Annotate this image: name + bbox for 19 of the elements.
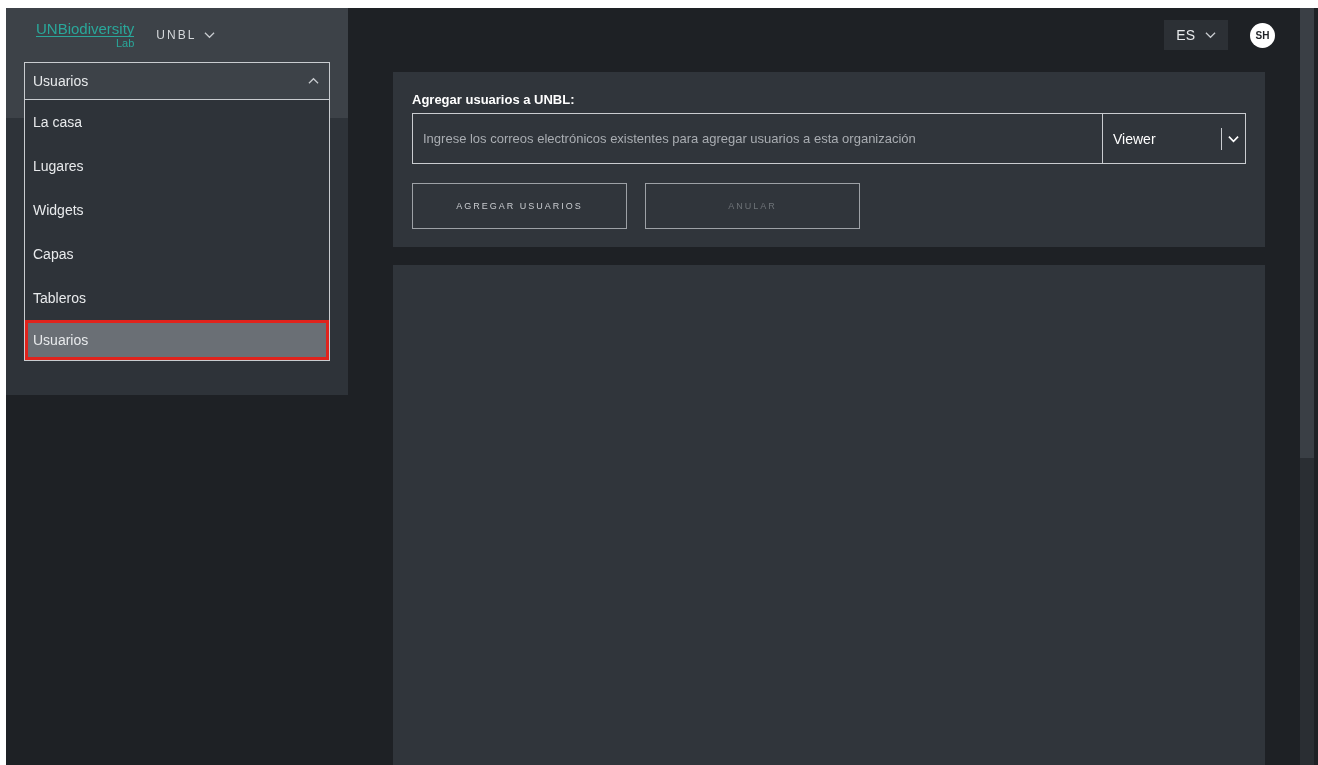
user-avatar[interactable]: SH [1250, 22, 1275, 48]
chevron-down-icon [1205, 31, 1216, 39]
menu-item[interactable]: Capas [25, 232, 329, 276]
chevron-up-icon [308, 77, 319, 85]
email-input-field[interactable]: Ingrese los correos electrónicos existentes para agregar usuarios a esta organización [412, 113, 1103, 164]
menu-item[interactable]: Lugares [25, 144, 329, 188]
menu-item[interactable]: Widgets [25, 188, 329, 232]
chevron-down-icon [204, 31, 216, 39]
language-select[interactable]: ES [1164, 20, 1228, 50]
menu-item[interactable]: Tableros [25, 276, 329, 320]
role-select[interactable]: Viewer [1103, 113, 1246, 164]
organization-switcher[interactable]: UNBL [156, 28, 216, 42]
section-title: Agregar usuarios a UNBL: [412, 92, 576, 107]
chevron-down-icon [1228, 134, 1239, 143]
page-select[interactable]: Usuarios [24, 62, 330, 100]
scrollbar[interactable] [1300, 8, 1314, 765]
menu-item[interactable]: La casa [25, 100, 329, 144]
menu-item[interactable]: Usuarios [25, 320, 329, 360]
add-users-button[interactable]: AGREGAR USUARIOS [412, 183, 627, 229]
